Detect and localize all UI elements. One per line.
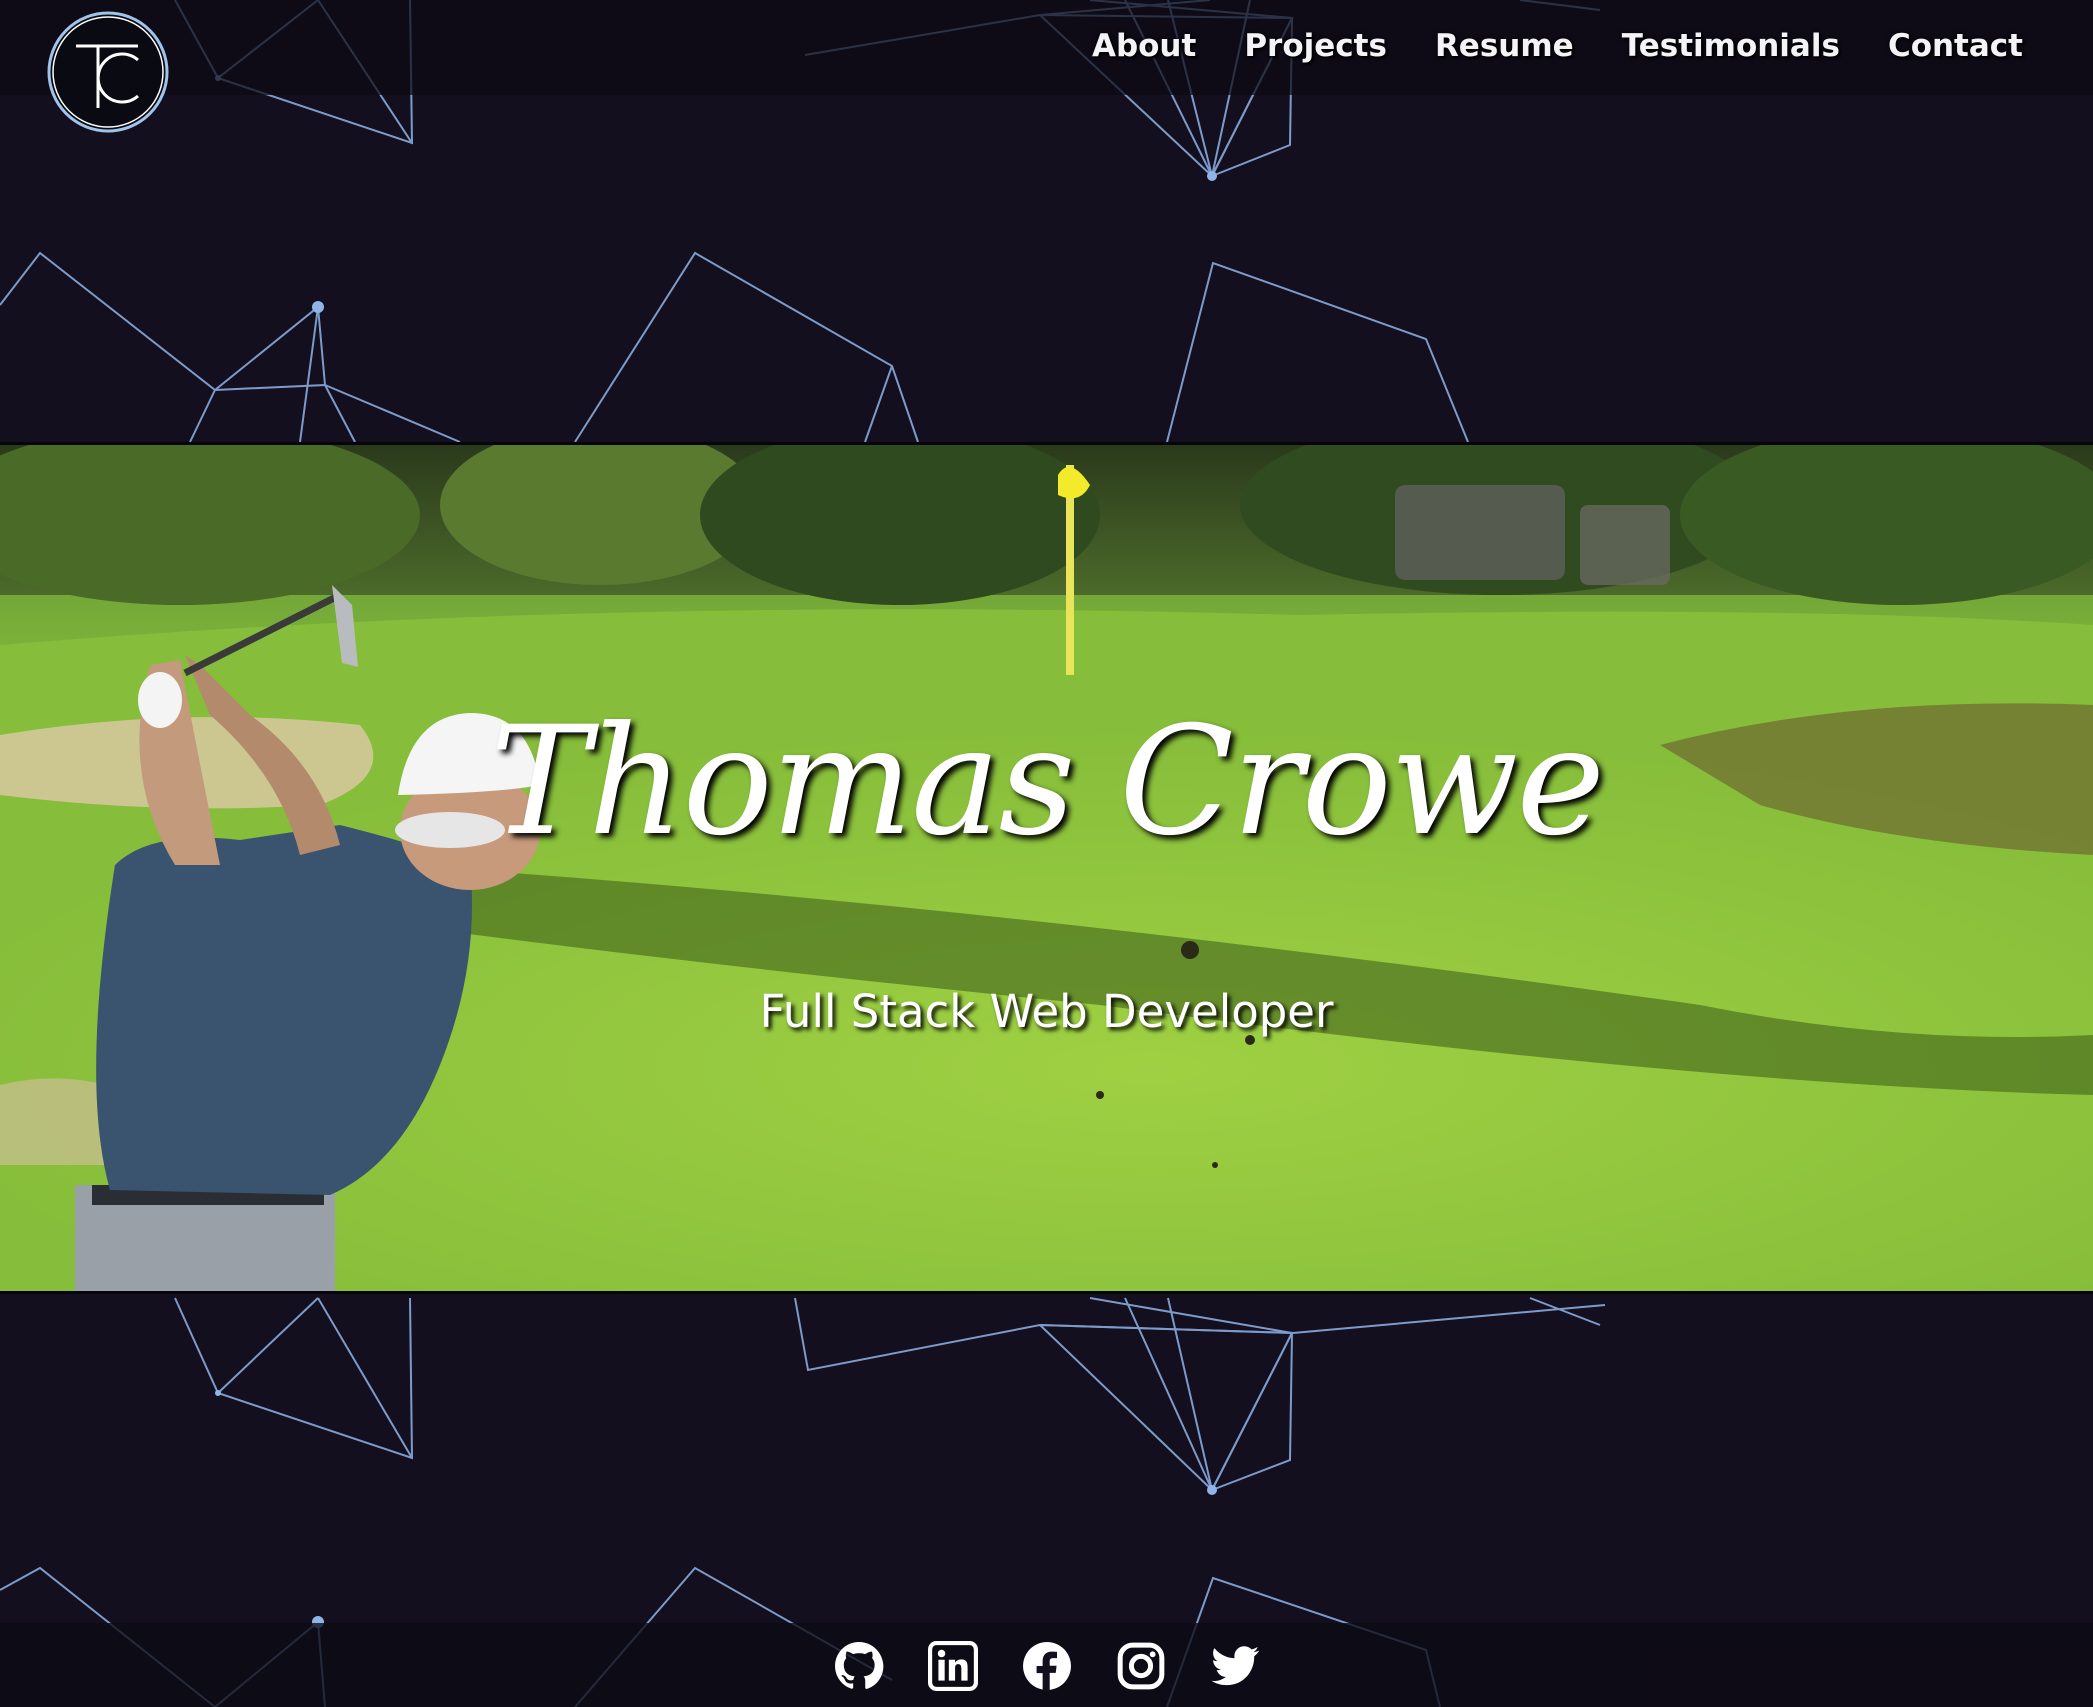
main-nav: About Projects Resume Testimonials Conta… [1044,28,2023,64]
nav-testimonials[interactable]: Testimonials [1622,28,1840,64]
nav-about[interactable]: About [1092,28,1196,64]
hero-name: Thomas Crowe [489,695,1605,869]
github-icon[interactable] [834,1641,884,1691]
hero-banner: Thomas Crowe Full Stack Web Developer [0,442,2093,1294]
twitter-icon[interactable] [1210,1641,1260,1691]
nav-projects[interactable]: Projects [1244,28,1387,64]
instagram-icon[interactable] [1116,1641,1166,1691]
site-footer [0,1623,2093,1707]
nav-resume[interactable]: Resume [1435,28,1574,64]
nav-contact[interactable]: Contact [1888,28,2023,64]
facebook-icon[interactable] [1022,1641,1072,1691]
golfer-hero-image [0,445,2093,1291]
tc-monogram-logo[interactable] [46,10,170,134]
social-links [0,1641,2093,1691]
hero-subtitle: Full Stack Web Developer [759,985,1334,1038]
linkedin-icon[interactable] [927,1641,978,1691]
